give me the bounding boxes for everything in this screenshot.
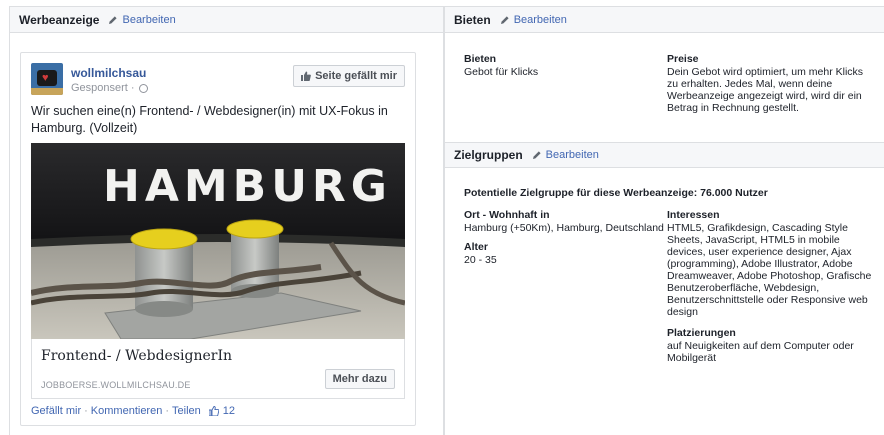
ad-action-bar: Gefällt mir · Kommentieren · Teilen 12 bbox=[31, 405, 236, 417]
placements-line: auf Neuigkeiten auf dem Computer oder bbox=[667, 340, 854, 352]
bieten-edit-label: Bearbeiten bbox=[513, 13, 567, 26]
thumbs-up-icon bbox=[208, 406, 219, 416]
zielgruppen-title: Zielgruppen bbox=[454, 148, 523, 162]
interests-line: Benutzeroberfläche, Webdesign, bbox=[667, 282, 820, 294]
bid-value: Gebot für Klicks bbox=[464, 66, 539, 78]
zielgruppen-edit-label: Bearbeiten bbox=[545, 149, 599, 161]
age-label: Alter bbox=[464, 241, 488, 253]
price-label: Preise bbox=[667, 53, 699, 65]
ad-edit-label: Bearbeiten bbox=[122, 13, 176, 26]
ad-headline[interactable]: Frontend- / WebdesignerIn bbox=[41, 348, 232, 364]
ad-section-title: Werbeanzeige bbox=[19, 12, 100, 27]
bieten-edit-link[interactable]: Bearbeiten bbox=[500, 14, 567, 26]
bieten-title: Bieten bbox=[454, 12, 491, 27]
hamburg-lettering: HAMBURG bbox=[103, 161, 392, 212]
settings-panel: Bieten Bearbeiten Bieten Gebot für Klick… bbox=[444, 6, 884, 435]
pencil-icon bbox=[500, 15, 509, 24]
price-line: zu erhalten. Jedes Mal, wenn deine bbox=[667, 78, 833, 90]
price-description: Dein Gebot wird optimiert, um mehr Klick… bbox=[667, 66, 877, 114]
like-link[interactable]: Gefällt mir bbox=[31, 405, 81, 417]
cta-button[interactable]: Mehr dazu bbox=[324, 369, 395, 389]
placements-label: Platzierungen bbox=[667, 327, 736, 339]
comment-link[interactable]: Kommentieren bbox=[91, 405, 163, 417]
ad-card: ♥ wollmilchsau Gesponsert · Seite gefäll… bbox=[20, 52, 416, 426]
age-value: 20 - 35 bbox=[464, 254, 497, 266]
price-line: Betrag in Rechnung gestellt. bbox=[667, 102, 799, 114]
price-line: Dein Gebot wird optimiert, um mehr Klick… bbox=[667, 66, 864, 78]
ad-body-text: Wir suchen eine(n) Frontend- / Webdesign… bbox=[31, 104, 388, 135]
page-name-link[interactable]: wollmilchsau bbox=[71, 66, 146, 80]
sponsored-label: Gesponsert · bbox=[71, 82, 148, 94]
bid-label: Bieten bbox=[464, 53, 497, 65]
bieten-section-header: Bieten Bearbeiten bbox=[445, 7, 884, 33]
placements-line: Mobilgerät bbox=[667, 352, 717, 364]
location-value: Hamburg (+50Km), Hamburg, Deutschland bbox=[464, 222, 664, 234]
heart-icon: ♥ bbox=[42, 72, 49, 84]
interests-line: HTML5, Grafikdesign, Cascading Style bbox=[667, 222, 848, 234]
location-label: Ort - Wohnhaft in bbox=[464, 209, 550, 221]
ad-link-footer[interactable]: Frontend- / WebdesignerIn JOBBOERSE.WOLL… bbox=[31, 339, 405, 399]
audience-size: Potentielle Zielgruppe für diese Werbean… bbox=[464, 187, 768, 199]
like-count-value: 12 bbox=[222, 405, 236, 417]
like-count[interactable]: 12 bbox=[208, 405, 236, 417]
interests-line: design bbox=[667, 306, 698, 318]
interests-list: HTML5, Grafikdesign, Cascading Style She… bbox=[667, 222, 879, 318]
page-logo[interactable]: ♥ bbox=[31, 63, 63, 95]
thumbs-up-icon bbox=[301, 71, 311, 81]
pencil-icon bbox=[109, 15, 118, 24]
placements-list: auf Neuigkeiten auf dem Computer oder Mo… bbox=[667, 340, 879, 364]
sponsored-text: Gesponsert · bbox=[71, 82, 135, 94]
interests-line: devices, user experience designer, Ajax bbox=[667, 246, 852, 258]
ad-domain: JOBBOERSE.WOLLMILCHSAU.DE bbox=[41, 380, 191, 390]
zielgruppen-edit-link[interactable]: Bearbeiten bbox=[532, 149, 599, 161]
ad-header: ♥ wollmilchsau Gesponsert · Seite gefäll… bbox=[31, 63, 405, 97]
ad-section-header: Werbeanzeige Bearbeiten bbox=[10, 7, 443, 33]
like-page-label: Seite gefällt mir bbox=[315, 70, 397, 82]
ad-edit-link[interactable]: Bearbeiten bbox=[108, 13, 176, 26]
interests-line: Sheets, JavaScript, HTML5 in mobile bbox=[667, 234, 840, 246]
zielgruppen-section-header: Zielgruppen Bearbeiten bbox=[445, 142, 884, 168]
pencil-icon bbox=[532, 151, 541, 159]
globe-icon bbox=[138, 83, 148, 93]
like-page-button[interactable]: Seite gefällt mir bbox=[293, 65, 405, 87]
interests-line: Dreamweaver, Adobe Photoshop, Grafische bbox=[667, 270, 872, 282]
interests-line: (programming), Adobe Illustrator, Adobe bbox=[667, 258, 853, 270]
share-link[interactable]: Teilen bbox=[172, 405, 201, 417]
interests-label: Interessen bbox=[667, 209, 720, 221]
price-line: Werbeanzeige angezeigt wird, wird dir ei… bbox=[667, 90, 862, 102]
interests-line: Benutzerschnittstelle oder Responsive we… bbox=[667, 294, 868, 306]
ad-image-hamburg-bollard[interactable]: HAMBURG bbox=[31, 143, 405, 339]
